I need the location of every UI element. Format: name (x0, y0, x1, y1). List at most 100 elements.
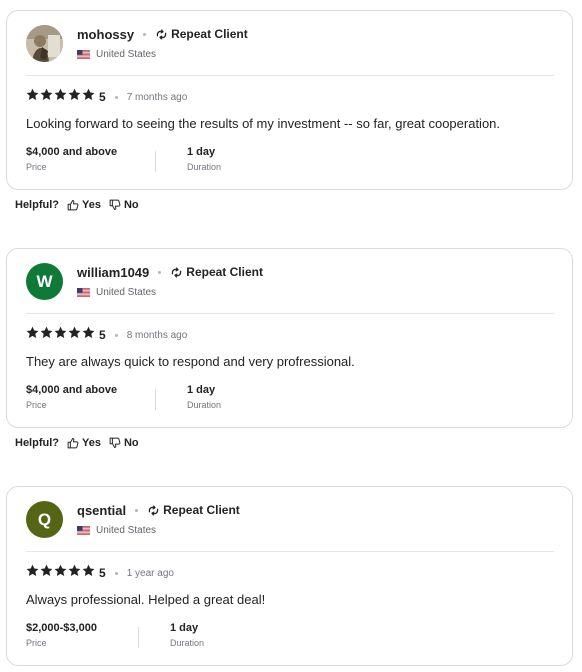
reviewer-info: W william1049 Repeat Client United State… (26, 263, 263, 303)
reviewer-info: mohossy Repeat Client United States (26, 25, 248, 65)
rating-value: 5 (99, 328, 106, 342)
rating-value: 5 (99, 90, 106, 104)
yes-label: Yes (82, 437, 101, 449)
price-stat: $2,000-$3,000 Price (26, 621, 138, 653)
helpful-label: Helpful? (15, 437, 59, 449)
order-stats: $4,000 and above Price 1 day Duration (26, 145, 221, 177)
price-value: $2,000-$3,000 (26, 622, 97, 634)
duration-stat: 1 day Duration (187, 383, 221, 415)
separator-dot (114, 571, 118, 575)
helpful-row: Helpful? Yes No (15, 197, 147, 213)
review-time: 8 months ago (126, 329, 188, 341)
star-icon (54, 564, 67, 577)
username[interactable]: william1049 (77, 265, 149, 280)
review-card: Q qsential Repeat Client United States 5 (6, 486, 573, 666)
separator-dot (158, 270, 162, 274)
duration-value: 1 day (187, 146, 216, 158)
repeat-client-label: Repeat Client (186, 265, 263, 279)
price-stat: $4,000 and above Price (26, 383, 155, 415)
rating-row: 5 1 year ago (26, 565, 174, 581)
star-icon (82, 326, 95, 339)
price-label: Price (26, 162, 47, 172)
star-icon (26, 88, 39, 101)
reviews-list: mohossy Repeat Client United States 5 7 … (0, 0, 582, 672)
country: United States (96, 48, 157, 60)
duration-label: Duration (170, 638, 205, 648)
stat-divider (138, 627, 139, 648)
helpful-row: Helpful? Yes No (15, 435, 147, 451)
avatar-letter: W (36, 271, 53, 291)
review-card: W william1049 Repeat Client United State… (6, 248, 573, 428)
star-rating (26, 564, 96, 582)
star-rating (26, 88, 96, 106)
helpful-no-button[interactable]: No (109, 437, 139, 449)
us-flag-icon (77, 526, 90, 535)
separator-dot (114, 95, 118, 99)
reviewer-info: Q qsential Repeat Client United States (26, 501, 240, 541)
divider (26, 313, 554, 314)
duration-label: Duration (187, 400, 222, 410)
price-value: $4,000 and above (26, 146, 118, 158)
star-icon (68, 326, 81, 339)
avatar-photo-icon (26, 25, 63, 62)
star-icon (68, 88, 81, 101)
separator-dot (114, 333, 118, 337)
duration-stat: 1 day Duration (170, 621, 204, 653)
helpful-yes-button[interactable]: Yes (67, 437, 101, 449)
country: United States (96, 286, 157, 298)
duration-value: 1 day (170, 622, 199, 634)
us-flag-icon (77, 50, 90, 59)
star-icon (40, 88, 53, 101)
review-text: Always professional. Helped a great deal… (26, 592, 266, 607)
rating-row: 5 8 months ago (26, 327, 187, 343)
avatar[interactable]: W (26, 263, 63, 300)
username[interactable]: mohossy (77, 27, 134, 42)
order-stats: $2,000-$3,000 Price 1 day Duration (26, 621, 204, 653)
star-icon (82, 88, 95, 101)
price-stat: $4,000 and above Price (26, 145, 155, 177)
price-value: $4,000 and above (26, 384, 118, 396)
price-label: Price (26, 400, 47, 410)
star-icon (26, 326, 39, 339)
star-icon (54, 326, 67, 339)
star-icon (40, 326, 53, 339)
separator-dot (143, 32, 147, 36)
repeat-icon (155, 28, 168, 41)
no-label: No (123, 199, 139, 211)
thumbs-down-icon (109, 199, 121, 211)
rating-value: 5 (99, 566, 106, 580)
review-time: 1 year ago (126, 567, 174, 579)
stat-divider (155, 151, 156, 172)
repeat-icon (147, 504, 160, 517)
star-icon (68, 564, 81, 577)
duration-stat: 1 day Duration (187, 145, 221, 177)
us-flag-icon (77, 288, 90, 297)
review-text: Looking forward to seeing the results of… (26, 116, 501, 131)
helpful-no-button[interactable]: No (109, 199, 139, 211)
repeat-client-label: Repeat Client (163, 503, 240, 517)
helpful-label: Helpful? (15, 199, 59, 211)
helpful-yes-button[interactable]: Yes (67, 199, 101, 211)
no-label: No (123, 437, 139, 449)
order-stats: $4,000 and above Price 1 day Duration (26, 383, 221, 415)
avatar[interactable] (26, 25, 63, 62)
thumbs-up-icon (67, 199, 79, 211)
star-icon (54, 88, 67, 101)
avatar[interactable]: Q (26, 501, 63, 538)
yes-label: Yes (82, 199, 101, 211)
thumbs-up-icon (67, 437, 79, 449)
star-icon (26, 564, 39, 577)
repeat-client-label: Repeat Client (171, 27, 248, 41)
duration-label: Duration (187, 162, 222, 172)
rating-row: 5 7 months ago (26, 89, 187, 105)
avatar-letter: Q (37, 509, 52, 529)
separator-dot (135, 508, 139, 512)
review-time: 7 months ago (126, 91, 188, 103)
divider (26, 75, 554, 76)
review-card: mohossy Repeat Client United States 5 7 … (6, 10, 573, 190)
username[interactable]: qsential (77, 503, 126, 518)
star-rating (26, 326, 96, 344)
divider (26, 551, 554, 552)
repeat-icon (170, 266, 183, 279)
review-text: They are always quick to respond and ver… (26, 354, 355, 369)
